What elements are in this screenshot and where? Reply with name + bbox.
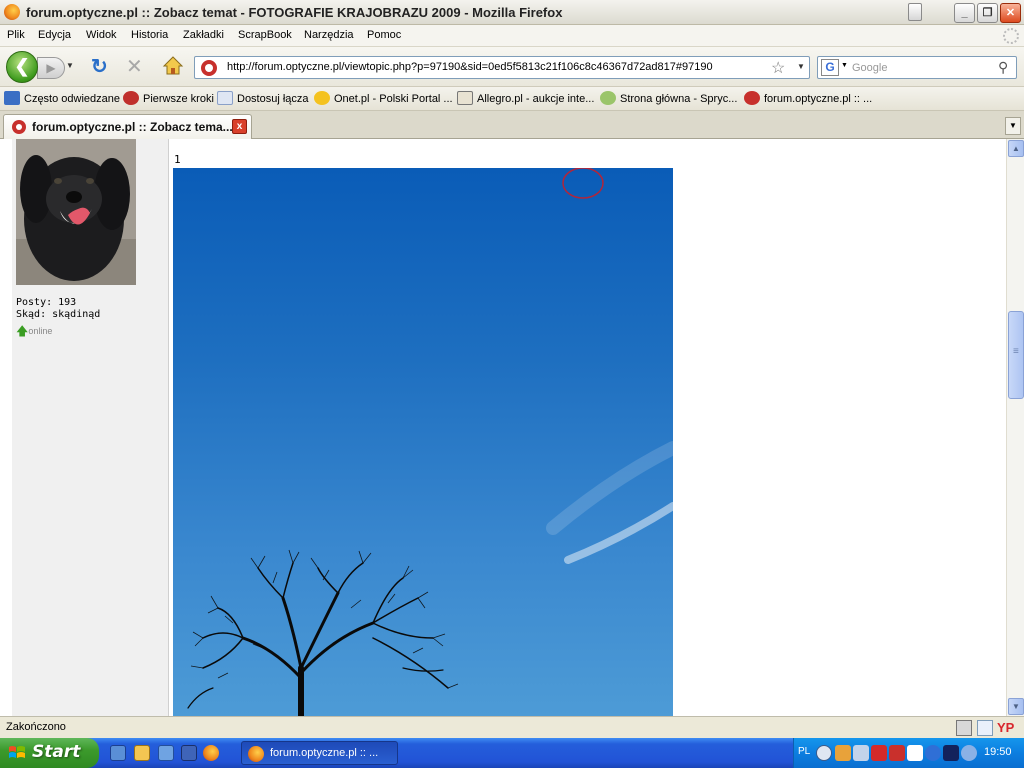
- tab-close-icon[interactable]: x: [232, 119, 247, 134]
- status-bar: Zakończono YP: [0, 716, 1024, 738]
- avatar: [16, 139, 136, 285]
- tray-app-icon[interactable]: [943, 745, 959, 761]
- firefox-icon: [248, 746, 264, 762]
- firefox-bookmark-icon: [123, 91, 139, 105]
- scroll-down-icon[interactable]: ▼: [1008, 698, 1024, 715]
- title-bar: forum.optyczne.pl :: Zobacz temat - FOTO…: [0, 0, 1024, 25]
- back-button[interactable]: ❮: [6, 51, 38, 83]
- clock: 19:50: [984, 746, 1012, 758]
- tab-label: forum.optyczne.pl :: Zobacz tema...: [32, 120, 233, 134]
- tray-sun-icon[interactable]: [835, 745, 851, 761]
- engine-dropdown-icon[interactable]: ▼: [841, 62, 848, 69]
- firefox-icon: [4, 4, 20, 20]
- reload-icon[interactable]: ↻: [91, 57, 111, 77]
- bookmark-item[interactable]: Onet.pl - Polski Portal ...: [314, 91, 453, 107]
- tray-info-icon[interactable]: [925, 745, 941, 761]
- post-location: Skąd: skądinąd: [16, 309, 101, 320]
- tab-bar: forum.optyczne.pl :: Zobacz tema... x ▼: [0, 111, 1024, 139]
- tab-list-dropdown-icon[interactable]: ▼: [1005, 117, 1021, 135]
- url-dropdown-icon[interactable]: ▼: [797, 62, 805, 71]
- minimize-button[interactable]: _: [954, 3, 975, 23]
- page-info-icon[interactable]: [977, 720, 993, 736]
- bookmark-item[interactable]: Dostosuj łącza: [217, 91, 309, 107]
- quicklaunch-media-icon[interactable]: [158, 745, 174, 761]
- tab-forum[interactable]: forum.optyczne.pl :: Zobacz tema... x: [3, 114, 252, 139]
- navigation-toolbar: ▶ ❮ ▼ ↻ ✕ http://forum.optyczne.pl/viewt…: [0, 47, 1024, 87]
- tray-volume-icon[interactable]: [961, 745, 977, 761]
- post-count: Posty: 193: [16, 297, 77, 308]
- bookmark-item[interactable]: Często odwiedzane: [4, 91, 120, 107]
- online-arrow-icon: 🡅: [16, 324, 29, 338]
- yp-addon-icon[interactable]: YP: [997, 720, 1021, 736]
- bookmarks-toolbar: Często odwiedzane Pierwsze kroki Dostosu…: [0, 87, 1024, 111]
- quicklaunch-outlook-icon[interactable]: [134, 745, 150, 761]
- menu-bookmarks[interactable]: Zakładki: [183, 29, 224, 41]
- quicklaunch-save-icon[interactable]: [181, 745, 197, 761]
- history-dropdown-icon[interactable]: ▼: [66, 61, 74, 70]
- image-number: 1: [174, 153, 181, 166]
- language-indicator[interactable]: PL: [798, 746, 810, 757]
- search-input[interactable]: Google: [852, 62, 887, 74]
- taskbar-firefox-button[interactable]: forum.optyczne.pl :: ...: [241, 741, 398, 765]
- bookmark-item[interactable]: Pierwsze kroki: [123, 91, 214, 107]
- stop-icon[interactable]: ✕: [126, 57, 146, 77]
- search-engine-icon[interactable]: G: [821, 59, 839, 76]
- bookmark-item[interactable]: forum.optyczne.pl :: ...: [744, 91, 872, 107]
- windows-logo-icon: [9, 746, 25, 758]
- menu-history[interactable]: Historia: [131, 29, 168, 41]
- site-favicon-icon: [201, 60, 217, 76]
- menu-help[interactable]: Pomoc: [367, 29, 401, 41]
- status-text: Zakończono: [6, 721, 66, 733]
- onet-icon: [314, 91, 330, 105]
- quicklaunch-firefox-icon[interactable]: [203, 745, 219, 761]
- window-title: forum.optyczne.pl :: Zobacz temat - FOTO…: [26, 5, 563, 20]
- tools-icon[interactable]: [956, 720, 972, 736]
- scroll-thumb[interactable]: [1008, 311, 1024, 399]
- taskbar: Start forum.optyczne.pl :: ... PL 19:50: [0, 738, 1024, 768]
- tab-favicon-icon: [12, 120, 26, 134]
- menu-file[interactable]: Plik: [7, 29, 25, 41]
- tray-safely-remove-icon[interactable]: [907, 745, 923, 761]
- optyczne-icon: [744, 91, 760, 105]
- spryciarze-icon: [600, 91, 616, 105]
- close-button[interactable]: ✕: [1000, 3, 1021, 23]
- bookmark-item[interactable]: Allegro.pl - aukcje inte...: [457, 91, 594, 107]
- post-author-column: Posty: 193 Skąd: skądinąd 🡅online: [12, 139, 169, 716]
- downloads-icon[interactable]: [908, 3, 922, 21]
- bookmark-item[interactable]: Strona główna - Spryc...: [600, 91, 737, 107]
- menu-bar: Plik Edycja Widok Historia Zakładki Scra…: [0, 25, 1024, 47]
- menu-tools[interactable]: Narzędzia: [304, 29, 354, 41]
- address-url[interactable]: http://forum.optyczne.pl/viewtopic.php?p…: [227, 61, 713, 73]
- system-tray: PL 19:50: [793, 738, 1024, 768]
- home-icon[interactable]: [162, 55, 184, 77]
- bookmark-star-icon[interactable]: ☆: [771, 58, 785, 78]
- online-status: 🡅online: [16, 322, 52, 343]
- quicklaunch-explorer-icon[interactable]: [110, 745, 126, 761]
- tray-collapse-icon[interactable]: [816, 745, 832, 761]
- search-icon[interactable]: ⚲: [998, 59, 1008, 76]
- restore-button[interactable]: ❐: [977, 3, 998, 23]
- forward-button[interactable]: ▶: [37, 57, 65, 79]
- vertical-scrollbar[interactable]: ▲ ▼: [1006, 139, 1024, 716]
- address-bar[interactable]: http://forum.optyczne.pl/viewtopic.php?p…: [194, 56, 810, 79]
- tray-arrows-icon[interactable]: [889, 745, 905, 761]
- landscape-photo[interactable]: [173, 168, 673, 716]
- start-button[interactable]: Start: [0, 738, 99, 768]
- menu-scrapbook[interactable]: ScrapBook: [238, 29, 292, 41]
- search-bar[interactable]: G ▼ Google ⚲: [817, 56, 1017, 79]
- activity-throbber-icon: [1003, 28, 1019, 44]
- menu-edit[interactable]: Edycja: [38, 29, 71, 41]
- scroll-up-icon[interactable]: ▲: [1008, 140, 1024, 157]
- tray-ati-icon[interactable]: [871, 745, 887, 761]
- menu-view[interactable]: Widok: [86, 29, 117, 41]
- allegro-icon: [457, 91, 473, 105]
- page-icon: [217, 91, 233, 105]
- bookmark-folder-icon: [4, 91, 20, 105]
- tray-network-icon[interactable]: [853, 745, 869, 761]
- page-content: Posty: 193 Skąd: skądinąd 🡅online 1: [0, 139, 1006, 716]
